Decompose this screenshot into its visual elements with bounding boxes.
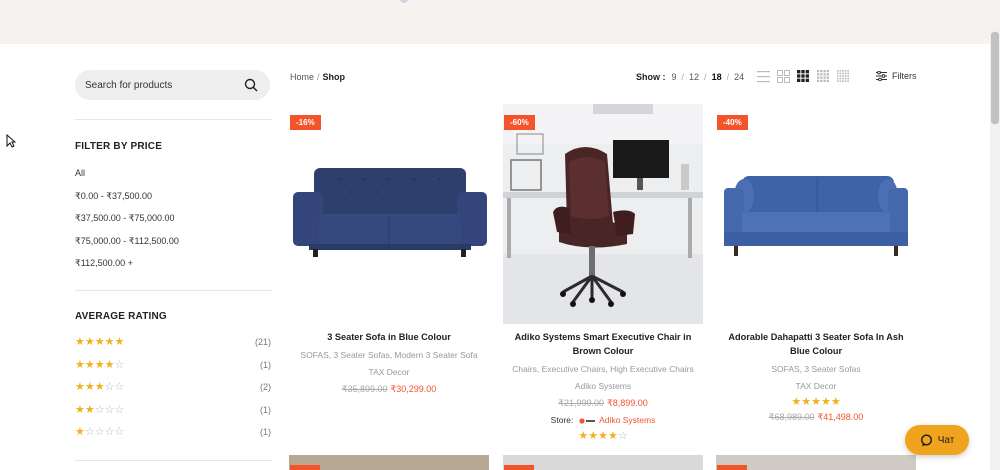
product-name[interactable]: Adiko Systems Smart Executive Chair in B…: [508, 330, 698, 358]
price-option-1[interactable]: ₹0.00 - ₹37,500.00: [75, 191, 179, 214]
chat-label: Чат: [937, 434, 955, 446]
discount-badge: [717, 465, 747, 470]
breadcrumb: Home / Shop: [290, 72, 345, 82]
product-categories[interactable]: SOFAS, 3 Seater Sofas, Modern 3 Seater S…: [289, 350, 489, 361]
price-filter-title: FILTER BY PRICE: [75, 141, 163, 152]
rating-option-1[interactable]: ★☆☆☆☆ (1): [75, 427, 271, 450]
mouse-cursor-icon: [6, 133, 17, 151]
product-image[interactable]: -40%: [716, 104, 916, 324]
store-name[interactable]: Adiko Systems: [599, 415, 655, 425]
chat-button[interactable]: Чат: [905, 425, 969, 455]
sofa-image: [289, 104, 489, 324]
product-price: ₹21,999.00 ₹8,899.00: [503, 397, 703, 409]
per-page-24[interactable]: 24: [734, 72, 744, 82]
sale-price: ₹8,899.00: [607, 398, 648, 408]
office-chair-image: [503, 104, 703, 324]
product-name[interactable]: 3 Seater Sofa in Blue Colour: [289, 330, 489, 344]
price-option-4[interactable]: ₹112,500.00 +: [75, 258, 179, 281]
discount-badge: [504, 465, 534, 470]
search-icon[interactable]: [244, 78, 258, 92]
product-brand[interactable]: TAX Decor: [716, 381, 916, 392]
sidebar-divider: [75, 119, 272, 120]
rating-count: (1): [260, 427, 271, 438]
store-info: Store: Adiko Systems: [503, 415, 703, 426]
filters-button[interactable]: Filters: [876, 71, 917, 81]
rating-count: (2): [260, 382, 271, 393]
rating-option-3[interactable]: ★★★☆☆ (2): [75, 382, 271, 405]
star-rating-icon: ★☆☆☆☆: [75, 426, 125, 439]
product-price: ₹35,899.00 ₹30,299.00: [289, 383, 489, 395]
product-image[interactable]: [289, 455, 489, 470]
filters-label: Filters: [892, 71, 917, 81]
per-page-18[interactable]: 18: [712, 72, 722, 82]
product-image[interactable]: [716, 455, 916, 470]
product-brand[interactable]: TAX Decor: [289, 367, 489, 378]
product-card[interactable]: -16% 3 Seater Sofa in Blue Colour SOFAS,…: [289, 104, 489, 395]
product-image[interactable]: -16%: [289, 104, 489, 324]
header-indicator: [400, 0, 408, 3]
sale-price: ₹41,498.00: [817, 412, 864, 422]
old-price: ₹68,989.00: [768, 412, 815, 422]
view-switcher: [757, 70, 857, 83]
old-price: ₹21,999.00: [558, 398, 604, 408]
grid-2-icon[interactable]: [777, 70, 790, 83]
product-categories[interactable]: Chairs, Executive Chairs, High Executive…: [503, 364, 703, 375]
product-rating: ★★★★★: [791, 396, 841, 408]
star-rating-icon: ★★★★★: [75, 336, 125, 348]
rating-option-4[interactable]: ★★★★☆ (1): [75, 358, 271, 383]
product-image[interactable]: [503, 455, 703, 470]
discount-badge: -60%: [504, 115, 535, 130]
breadcrumb-home[interactable]: Home: [290, 72, 314, 82]
filters-icon: [876, 71, 887, 81]
header-bar: [0, 0, 1000, 44]
rating-option-5[interactable]: ★★★★★ (21): [75, 337, 271, 360]
sidebar-divider: [75, 290, 272, 291]
chat-bubble-icon: [920, 433, 932, 446]
product-brand[interactable]: Adiko Systems: [503, 381, 703, 392]
store-label: Store:: [550, 415, 574, 425]
product-card[interactable]: -40% Adorable Dahapatti 3 Seater Sofa In…: [716, 104, 916, 423]
rating-count: (1): [260, 359, 271, 370]
discount-badge: [290, 465, 320, 470]
discount-badge: -16%: [290, 115, 321, 130]
star-rating-icon: ★★☆☆☆: [75, 403, 125, 416]
product-search[interactable]: [75, 70, 270, 100]
scrollbar-thumb[interactable]: [991, 32, 999, 124]
per-page-selector: Show : 9/ 12/ 18/ 24: [636, 72, 745, 82]
old-price: ₹35,899.00: [341, 384, 388, 394]
breadcrumb-current: Shop: [322, 72, 346, 82]
rating-option-2[interactable]: ★★☆☆☆ (1): [75, 403, 271, 428]
rating-count: (1): [260, 404, 271, 415]
grid-5-icon[interactable]: [837, 70, 850, 83]
list-view-icon[interactable]: [757, 70, 770, 83]
sofa-image: [716, 104, 916, 324]
price-option-all[interactable]: All: [75, 168, 179, 191]
product-card[interactable]: -60% Adiko Systems Smart Executive Chair: [503, 104, 703, 442]
product-categories[interactable]: SOFAS, 3 Seater Sofas: [716, 364, 916, 375]
price-filter-list: All ₹0.00 - ₹37,500.00 ₹37,500.00 - ₹75,…: [75, 168, 179, 281]
product-price: ₹68,989.00 ₹41,498.00: [716, 411, 916, 423]
store-logo-icon: [579, 418, 595, 424]
search-input[interactable]: [85, 79, 244, 91]
rating-filter-list: ★★★★★ (21) ★★★★☆ (1) ★★★☆☆ (2) ★★☆☆☆ (1) ★☆☆☆☆ (1…: [75, 337, 271, 450]
breadcrumb-separator: /: [317, 72, 320, 82]
product-name[interactable]: Adorable Dahapatti 3 Seater Sofa In Ash …: [721, 330, 911, 358]
discount-badge: -40%: [717, 115, 748, 130]
sidebar-divider: [75, 460, 272, 461]
rating-filter-title: AVERAGE RATING: [75, 311, 167, 322]
page-scrollbar[interactable]: [990, 30, 1000, 470]
product-rating: ★★★★☆: [578, 430, 628, 442]
per-page-12[interactable]: 12: [689, 72, 699, 82]
sale-price: ₹30,299.00: [390, 384, 437, 394]
price-option-3[interactable]: ₹75,000.00 - ₹112,500.00: [75, 236, 179, 259]
grid-3-icon[interactable]: [797, 70, 810, 83]
grid-4-icon[interactable]: [817, 70, 830, 83]
star-rating-icon: ★★★☆☆: [75, 381, 125, 394]
rating-count: (21): [254, 337, 271, 347]
per-page-label: Show :: [636, 72, 666, 82]
product-image[interactable]: -60%: [503, 104, 703, 324]
price-option-2[interactable]: ₹37,500.00 - ₹75,000.00: [75, 213, 179, 236]
per-page-9[interactable]: 9: [672, 72, 677, 82]
star-rating-icon: ★★★★☆: [75, 358, 125, 371]
